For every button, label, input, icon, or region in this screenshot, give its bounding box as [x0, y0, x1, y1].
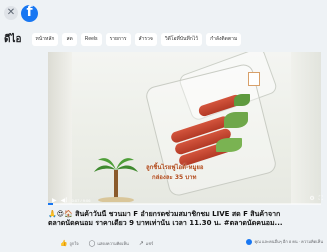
watch-nav: ดีไอ หน้าหลัก สด Reels รายการ สำรวจ วิดี… — [0, 29, 327, 49]
share-label: แชร์ — [145, 240, 154, 246]
reaction-summary[interactable]: คุณ และคนอื่นๆ อีก 8 คน · ความคิดเห็น — [246, 238, 323, 245]
video-player[interactable]: ลูกชิ้นไรยฟูไอด์-หมูยอ กล่องละ 35 บาท — [48, 52, 321, 204]
comment-icon: ◯ — [88, 240, 96, 247]
tab-reels[interactable]: Reels — [80, 32, 102, 46]
shop-sticker — [248, 72, 260, 86]
tab-live[interactable]: สด — [62, 32, 77, 46]
video-controls-right: ⚙ ⛶ — [309, 195, 323, 203]
video-progress-fill — [48, 203, 54, 205]
video-edge — [291, 52, 321, 204]
lettuce-leaf — [216, 138, 242, 152]
like-icon: 👍 — [60, 240, 68, 247]
post-caption-line: 🙏😍🏠 สินค้าวันนี้ ชวนมา F อำยกรดซ่วมสมาชิ… — [48, 210, 281, 218]
close-icon[interactable]: ✕ — [4, 6, 18, 20]
like-button[interactable]: 👍 ถูกใจ — [60, 240, 79, 247]
post-caption-line: ตลาดนัดคนอม ราคาเดียว 9 บาทเท่านั้น เวลา… — [48, 219, 283, 227]
tab-saved-videos[interactable]: วิดีโอที่บันทึกไว้ — [160, 32, 203, 46]
post-caption: 🙏😍🏠 สินค้าวันนี้ ชวนมา F อำยกรดซ่วมสมาชิ… — [48, 210, 323, 228]
share-icon: ↗ — [138, 240, 144, 247]
tab-explore[interactable]: สำรวจ — [134, 32, 157, 46]
like-label: ถูกใจ — [69, 240, 79, 246]
video-shadow — [48, 52, 72, 204]
share-button[interactable]: ↗ แชร์ — [139, 240, 153, 247]
video-caption: ลูกชิ้นไรยฟูไอด์-หมูยอ กล่องละ 35 บาท — [146, 162, 204, 182]
tab-shows[interactable]: รายการ — [105, 32, 131, 46]
caption-price: กล่องละ 35 บาท — [152, 174, 197, 181]
reaction-icon — [246, 238, 253, 245]
settings-icon[interactable]: ⚙ — [309, 195, 314, 203]
video-progress[interactable] — [48, 203, 321, 205]
tab-following[interactable]: กำลังติดตาม — [206, 32, 242, 46]
video-time: 0:07 / 9:06 — [71, 197, 91, 203]
caption-product: ลูกชิ้นไรยฟูไอด์-หมูยอ — [146, 164, 204, 171]
comment-label: แสดงความคิดเห็น — [97, 240, 129, 246]
facebook-logo[interactable]: f — [21, 4, 38, 22]
page-title: ดีไอ — [4, 33, 22, 45]
fullscreen-icon[interactable]: ⛶ — [319, 195, 323, 203]
tab-home[interactable]: หน้าหลัก — [31, 32, 59, 46]
lettuce-leaf — [224, 112, 248, 128]
comment-button[interactable]: ◯ แสดงความคิดเห็น — [89, 240, 129, 247]
reaction-text: คุณ และคนอื่นๆ อีก 8 คน · ความคิดเห็น — [254, 239, 323, 244]
top-bar: ✕ f — [0, 0, 327, 26]
lettuce-leaf — [234, 94, 250, 106]
